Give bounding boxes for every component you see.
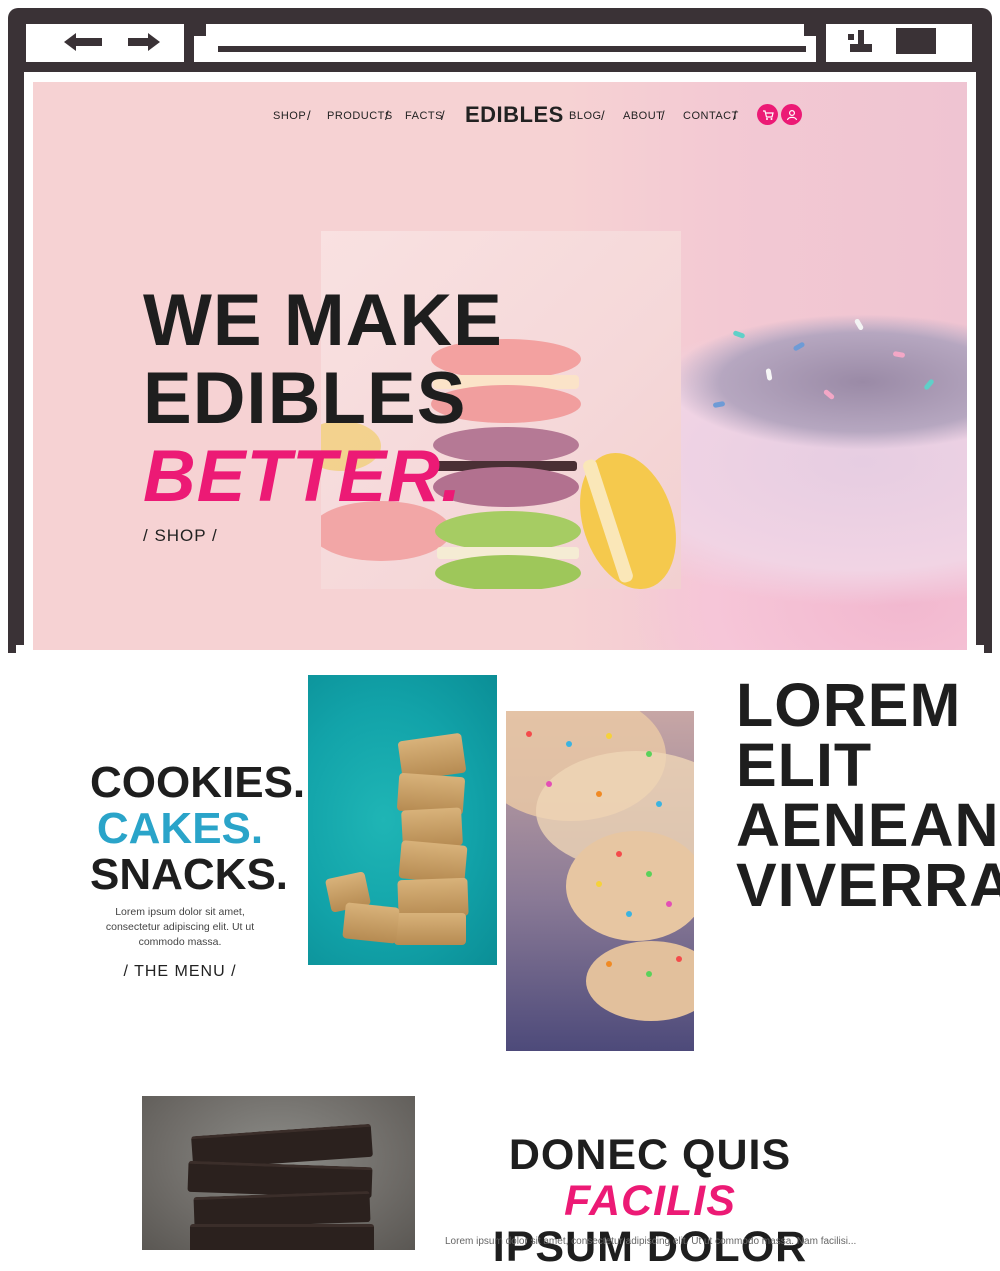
maximize-icon[interactable] — [896, 28, 936, 59]
forward-arrow-icon[interactable] — [124, 31, 164, 53]
address-bar[interactable] — [194, 24, 816, 62]
feature-line-2: ELIT — [736, 731, 873, 799]
brand-logo[interactable]: EDIBLES — [465, 102, 564, 128]
back-arrow-icon[interactable] — [62, 31, 102, 53]
sprinkle-cookie-image — [506, 711, 694, 1051]
browser-frame-left — [8, 60, 24, 653]
chocolate-image — [142, 1096, 415, 1250]
hero-line-1: WE MAKE — [143, 280, 503, 361]
cart-icon[interactable] — [757, 104, 778, 125]
user-icon[interactable] — [781, 104, 802, 125]
nav-separator: / — [601, 108, 605, 123]
category-cakes: CAKES. — [96, 804, 264, 853]
hero-shop-link[interactable]: / SHOP / — [143, 526, 218, 546]
nav-separator: / — [307, 108, 311, 123]
nav-item-about[interactable]: ABOUT — [623, 110, 663, 122]
category-cookies: COOKIES. — [90, 758, 306, 807]
feature-heading: LOREM ELIT AENEAN VIVERRA — [736, 671, 1000, 919]
nav-separator: / — [733, 108, 737, 123]
browser-frame-right — [976, 60, 992, 653]
nav-item-products[interactable]: PRODUCTS — [327, 110, 393, 122]
section3-heading-part1: DONEC QUIS — [508, 1131, 792, 1179]
minimize-icon[interactable] — [848, 28, 874, 59]
hero-line-3: BETTER. — [143, 436, 463, 517]
hero-section: SHOP / PRODUCTS / FACTS / EDIBLES BLOG /… — [33, 82, 967, 650]
nav-separator: / — [441, 108, 445, 123]
feature-line-3: AENEAN — [736, 791, 1000, 859]
top-navigation: SHOP / PRODUCTS / FACTS / EDIBLES BLOG /… — [33, 102, 967, 128]
nav-item-contact[interactable]: CONTACT — [683, 110, 739, 122]
nav-item-blog[interactable]: BLOG — [569, 110, 602, 122]
menu-link[interactable]: / THE MENU / — [100, 963, 260, 981]
nav-separator: / — [661, 108, 665, 123]
categories-description: Lorem ipsum dolor sit amet, consectetur … — [105, 906, 255, 948]
nav-item-shop[interactable]: SHOP — [273, 110, 306, 122]
categories-heading: COOKIES. CAKES. SNACKS. — [90, 758, 306, 899]
hero-line-2: EDIBLES — [143, 358, 467, 439]
cake-stack-image — [308, 675, 497, 965]
feature-line-4: VIVERRA — [736, 851, 1000, 919]
section3-description: Lorem ipsum dolor sit amet, consectetur … — [445, 1236, 857, 1247]
section3-heading-highlight: FACILIS — [564, 1177, 736, 1225]
hero-headline: WE MAKE EDIBLES BETTER. — [143, 282, 503, 516]
nav-separator: / — [385, 108, 389, 123]
nav-item-facts[interactable]: FACTS — [405, 110, 443, 122]
feature-line-1: LOREM — [736, 671, 962, 739]
category-snacks: SNACKS. — [90, 850, 289, 899]
